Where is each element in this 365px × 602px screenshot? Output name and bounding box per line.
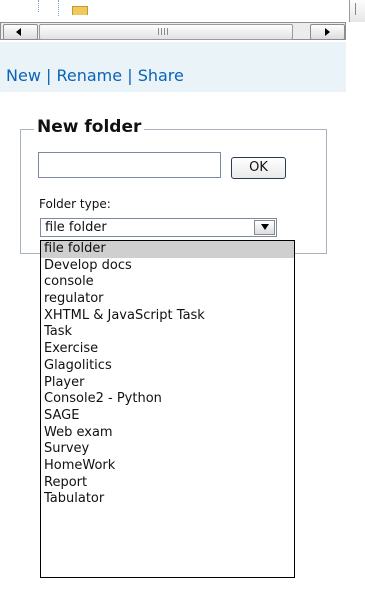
tree-line [58, 0, 59, 16]
folder-type-selected-value: file folder [45, 220, 107, 235]
dropdown-button[interactable] [254, 220, 275, 235]
folder-type-dropdown-list[interactable]: file folder Develop docs console regulat… [40, 240, 295, 578]
rename-link[interactable]: Rename [56, 66, 122, 85]
separator: | [127, 66, 133, 85]
folder-tree-remnant [0, 0, 365, 22]
folder-name-input[interactable] [38, 152, 221, 178]
separator: | [46, 66, 52, 85]
dropdown-option[interactable]: Player [41, 375, 294, 392]
scroll-thumb[interactable] [39, 24, 293, 40]
dropdown-option[interactable]: SAGE [41, 408, 294, 425]
folder-type-label: Folder type: [39, 197, 111, 211]
dropdown-option[interactable]: Tabulator [41, 491, 294, 508]
scrollbar-tick [355, 3, 359, 15]
vertical-scrollbar-stub[interactable] [349, 0, 365, 22]
dropdown-option[interactable]: file folder [41, 241, 294, 258]
dropdown-option[interactable]: Web exam [41, 425, 294, 442]
horizontal-scrollbar[interactable] [0, 22, 346, 40]
dropdown-option[interactable]: console [41, 274, 294, 291]
folder-type-select[interactable]: file folder [40, 218, 277, 237]
scroll-left-button[interactable] [3, 24, 38, 40]
arrow-left-icon [16, 28, 21, 36]
ok-button[interactable]: OK [231, 157, 286, 179]
folder-icon[interactable] [72, 6, 88, 15]
new-link[interactable]: New [6, 66, 41, 85]
dropdown-option[interactable]: XHTML & JavaScript Task [41, 308, 294, 325]
dropdown-option[interactable]: regulator [41, 291, 294, 308]
dropdown-option[interactable]: Report [41, 475, 294, 492]
arrow-right-icon [325, 28, 330, 36]
dropdown-option[interactable]: Survey [41, 441, 294, 458]
new-folder-legend: New folder [34, 117, 145, 137]
tree-line [38, 0, 39, 12]
action-links: New | Rename | Share [6, 66, 184, 85]
dropdown-option[interactable]: Exercise [41, 341, 294, 358]
dropdown-option[interactable]: Console2 - Python [41, 391, 294, 408]
dropdown-option[interactable]: HomeWork [41, 458, 294, 475]
scroll-right-button[interactable] [310, 24, 345, 40]
dropdown-option[interactable]: Task [41, 324, 294, 341]
dropdown-option[interactable]: Glagolitics [41, 358, 294, 375]
dropdown-option[interactable]: Develop docs [41, 258, 294, 275]
chevron-down-icon [261, 224, 269, 230]
share-link[interactable]: Share [138, 66, 184, 85]
grip-icon [158, 28, 170, 35]
